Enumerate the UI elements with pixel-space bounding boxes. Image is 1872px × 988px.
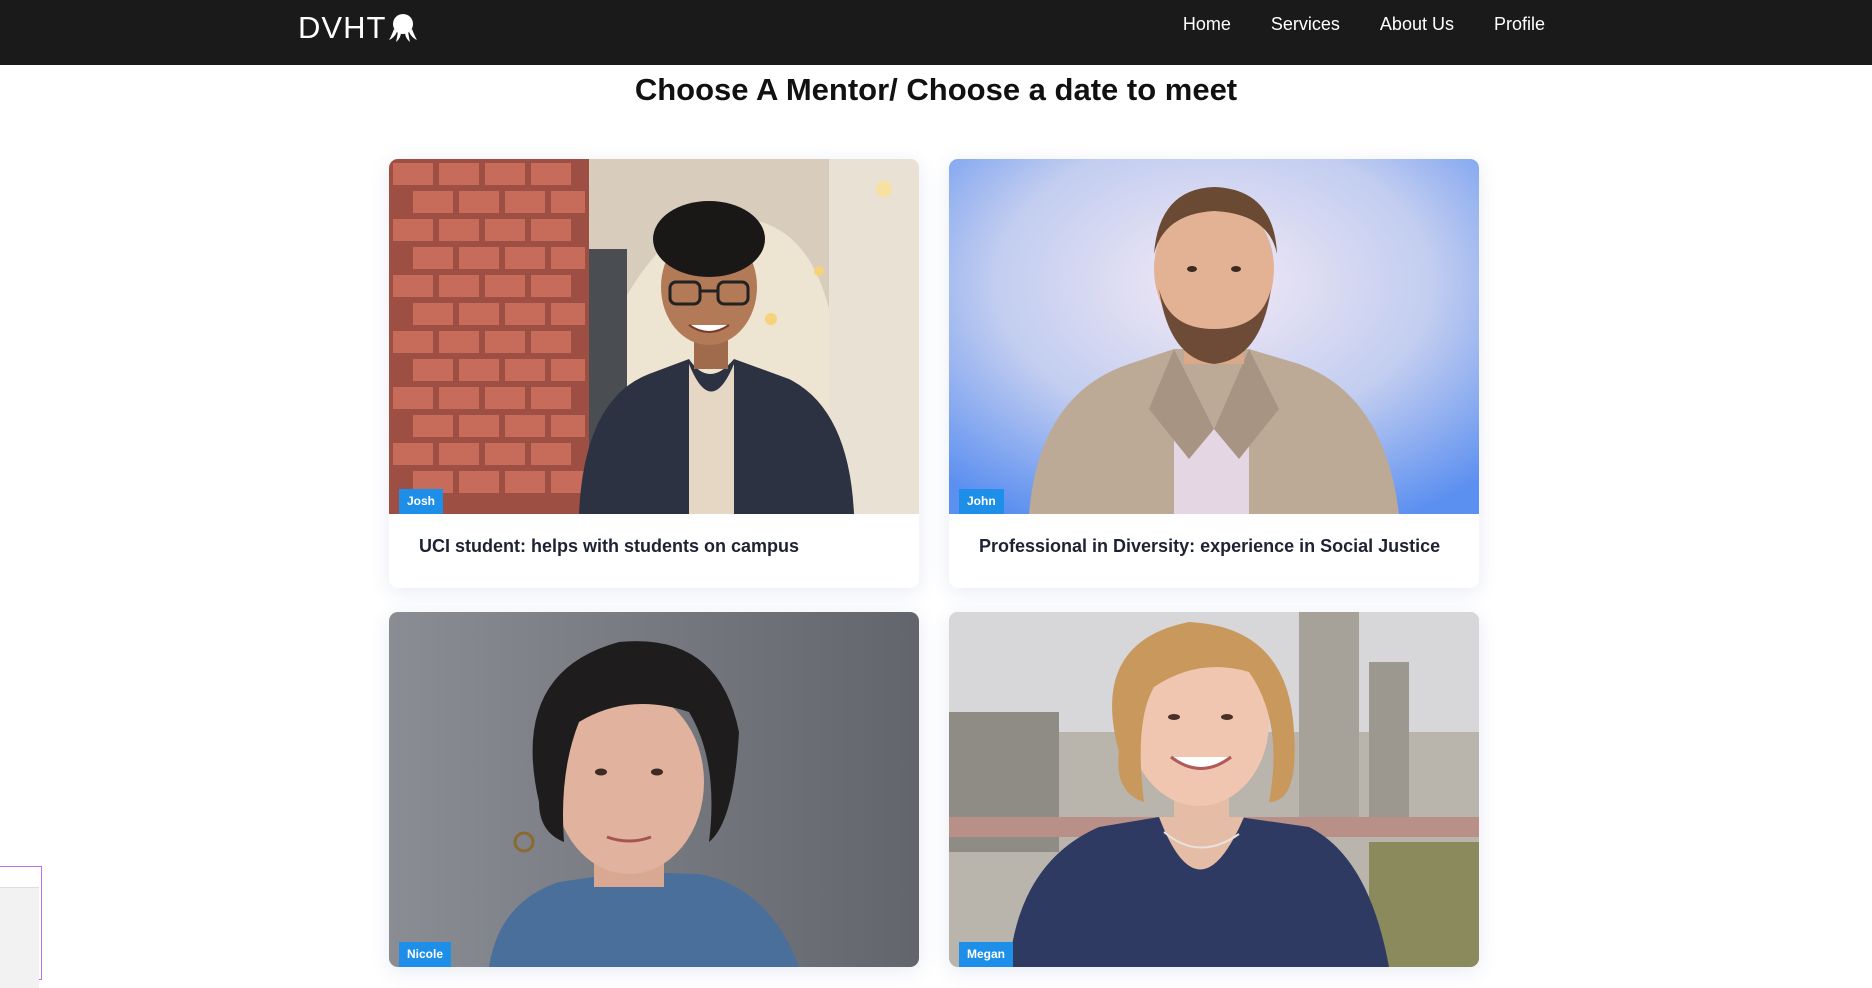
octopus-icon: [389, 14, 418, 42]
mentor-name-badge: Megan: [959, 942, 1014, 967]
mentor-card-nicole[interactable]: Nicole: [389, 612, 919, 967]
nav-about-us[interactable]: About Us: [1380, 14, 1454, 35]
mentor-card-john[interactable]: John Professional in Diversity: experien…: [949, 159, 1479, 588]
page-title: Choose A Mentor/ Choose a date to meet: [634, 72, 1238, 107]
top-navbar: DVHT Home Services About Us Profile: [0, 0, 1872, 65]
mentor-photo-megan: Megan: [949, 612, 1479, 967]
mentor-card-josh[interactable]: Josh UCI student: helps with students on…: [389, 159, 919, 588]
mentor-description: UCI student: helps with students on camp…: [419, 536, 800, 556]
mentor-name-badge: John: [959, 489, 1004, 514]
mentor-photo-nicole: Nicole: [389, 612, 919, 967]
mentor-name-badge: Nicole: [399, 942, 452, 967]
brand-logo[interactable]: DVHT: [298, 10, 418, 46]
nav-profile[interactable]: Profile: [1494, 14, 1545, 35]
nav-home[interactable]: Home: [1183, 14, 1231, 35]
mentor-photo-john: John: [949, 159, 1479, 514]
mentor-photo-josh: Josh: [389, 159, 919, 514]
mentor-description: Professional in Diversity: experience in…: [979, 536, 1441, 556]
mentor-name-badge: Josh: [399, 489, 444, 514]
nav-links: Home Services About Us Profile: [1183, 14, 1545, 35]
mentor-card-megan[interactable]: Megan: [949, 612, 1479, 967]
nav-services[interactable]: Services: [1271, 14, 1340, 35]
brand-name: DVHT: [298, 10, 387, 45]
side-widget-panel[interactable]: [0, 866, 42, 988]
